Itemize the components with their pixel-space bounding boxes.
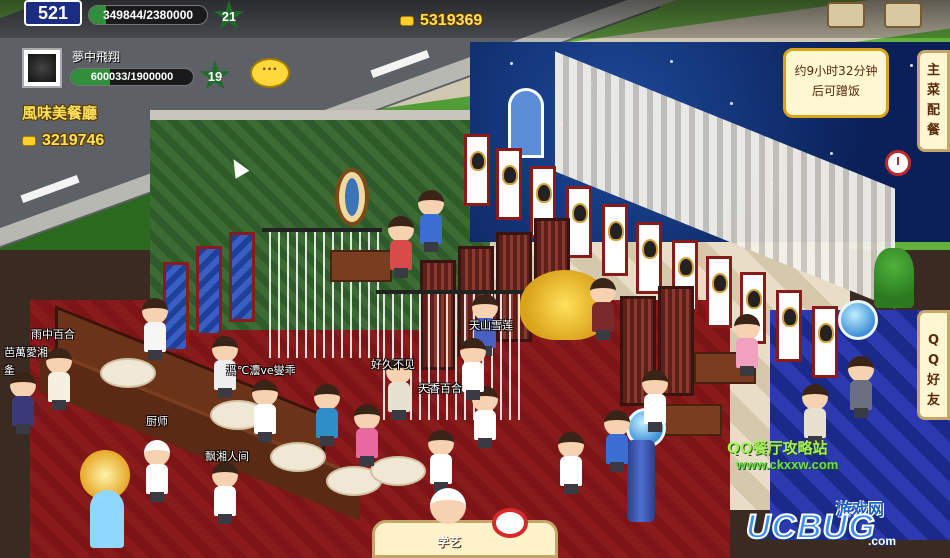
player-name: 夢中飛翔 <box>72 50 121 64</box>
player-name-tag: 㚅 <box>4 364 15 377</box>
freeload-timer-panel[interactable]: 约9小时32分钟 后可蹭饭 <box>783 48 889 118</box>
customer-character[interactable] <box>44 348 74 410</box>
watermark-url: www.ckxxw.com <box>736 457 839 472</box>
customer-character[interactable] <box>386 216 416 278</box>
fish-bowl-decoration <box>838 300 878 340</box>
opera-mask-panel <box>602 204 628 276</box>
restaurant-name: 風味美餐廳 <box>22 104 98 122</box>
player-name-tag: 天香百合 <box>418 382 462 395</box>
customer-character[interactable] <box>588 278 618 340</box>
dining-table[interactable] <box>270 442 326 472</box>
opera-mask-panel <box>776 290 802 362</box>
customer-character[interactable] <box>846 356 876 418</box>
player-name-tag: 芭萬愛湘 <box>4 346 48 359</box>
opera-mask-panel <box>706 256 732 328</box>
restaurant-level-badge: 521 <box>24 0 82 26</box>
customer-character[interactable] <box>732 314 762 376</box>
player-name-tag: 好久不见 <box>371 358 415 371</box>
player-name-tag: 雨中百合 <box>31 328 75 341</box>
customer-character[interactable] <box>458 338 488 400</box>
player-gold-amount: 3219746 <box>42 132 105 149</box>
lattice-window <box>196 246 222 336</box>
gold-amount: 5319369 <box>420 12 483 29</box>
qq-friends-side-tab[interactable]: Q Q 好 友 <box>917 310 950 420</box>
customer-character[interactable] <box>8 372 38 434</box>
player-name-tag: 飘湘人间 <box>205 450 249 463</box>
chef-avatar-icon <box>430 488 466 524</box>
player-profile-panel: 夢中飛翔 600033/1900000 19 風味美餐廳 3219746 <box>8 42 298 154</box>
player-gold-display: 3219746 <box>22 132 104 150</box>
gold-coin-icon <box>22 135 36 146</box>
waiter-character[interactable] <box>556 432 586 494</box>
lattice-window <box>229 232 255 322</box>
wooden-table[interactable] <box>330 250 392 282</box>
player-level-icon: 19 <box>199 60 231 90</box>
opera-mask-panel <box>496 148 522 220</box>
restaurant-exp-bar: 349844/2380000 <box>88 5 208 25</box>
customer-character[interactable] <box>426 430 456 492</box>
customer-character[interactable] <box>250 380 280 442</box>
customer-character[interactable] <box>140 298 170 360</box>
watermark-title: QQ餐厅攻略站 <box>727 439 828 457</box>
gold-coin-icon <box>400 15 414 26</box>
timer-countdown: 约9小时32分钟 <box>794 64 878 78</box>
ucbug-logo: 游戏网 UCBUG .com <box>740 496 930 552</box>
beta-tool-button[interactable] <box>827 2 865 28</box>
player-name-tag: 潙℃灋ve燮乖 <box>226 364 296 377</box>
opera-mask-panel <box>464 134 490 206</box>
gold-display: 5319369 <box>400 12 482 30</box>
logo-main-text: UCBUG <box>745 507 876 547</box>
player-name-tag: 天山雪莲 <box>469 319 513 332</box>
cooking-pot-icon[interactable] <box>492 508 528 538</box>
chef-name-tag: 厨师 <box>146 415 168 428</box>
opera-mask-panel <box>812 306 838 378</box>
opera-mask-panel <box>636 222 662 294</box>
speech-bubble-icon[interactable]: ··· <box>250 58 290 88</box>
exp-text: 349844/2380000 <box>102 8 194 22</box>
dining-table[interactable] <box>100 358 156 388</box>
customer-character[interactable] <box>640 370 670 432</box>
bead-curtain-fence <box>262 228 382 358</box>
oval-mirror-decoration <box>335 168 369 226</box>
waiter-character[interactable] <box>602 410 632 472</box>
logo-suffix: .com <box>868 534 897 548</box>
exp-text: 600033/1900000 <box>90 71 174 83</box>
toolbox-button[interactable] <box>884 2 922 28</box>
customer-character[interactable] <box>352 404 382 466</box>
avatar[interactable] <box>22 48 62 88</box>
player-exp-bar: 600033/1900000 <box>70 68 194 86</box>
waiter-character[interactable] <box>210 462 240 524</box>
customer-character[interactable] <box>312 384 342 446</box>
skill-learning-button[interactable] <box>372 520 558 558</box>
clock-icon[interactable] <box>885 150 911 176</box>
customer-character[interactable] <box>416 190 446 252</box>
timer-caption: 后可蹭饭 <box>811 84 860 98</box>
menu-side-tab[interactable]: 主 菜 配 餐 <box>917 50 950 152</box>
chef-character[interactable] <box>142 440 172 502</box>
goddess-mascot[interactable] <box>80 450 130 550</box>
skill-label: 学艺 <box>437 535 462 549</box>
potted-plant <box>874 248 914 308</box>
